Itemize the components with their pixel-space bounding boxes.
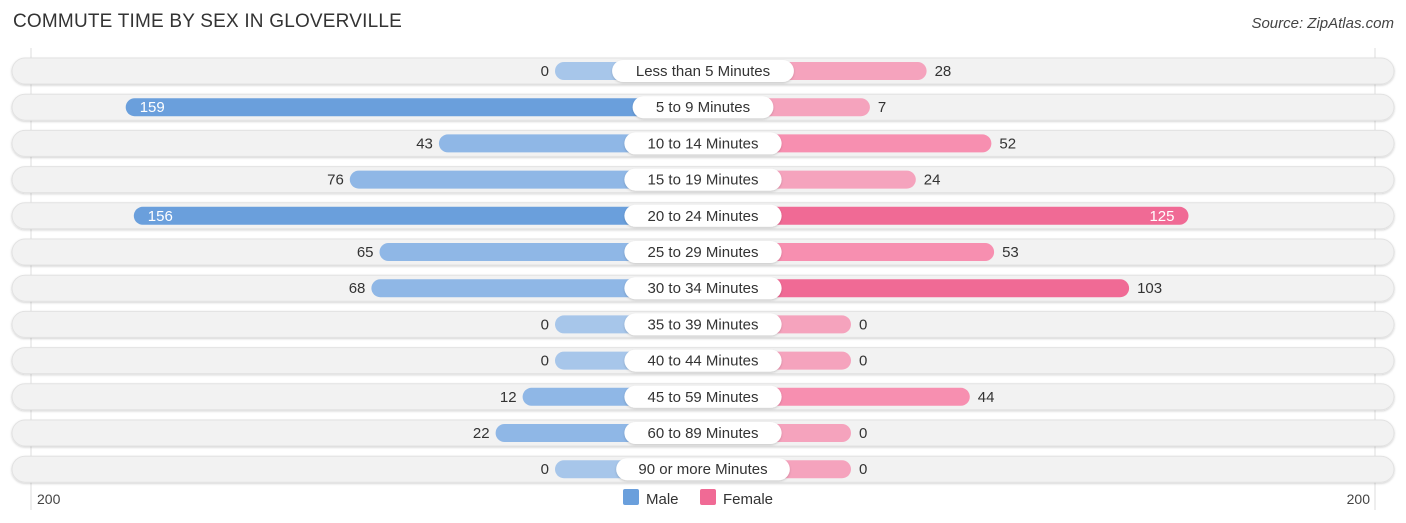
axis-label-right: 200 [1347, 491, 1371, 507]
male-bar [133, 206, 704, 225]
male-value-label: 68 [349, 280, 366, 297]
male-value-label: 159 [140, 99, 165, 116]
female-value-label: 125 [1149, 208, 1174, 225]
male-value-label: 156 [148, 208, 173, 225]
legend-label-male: Male [646, 491, 679, 508]
female-value-label: 28 [935, 63, 952, 80]
female-value-label: 0 [859, 461, 867, 478]
category-label: 10 to 14 Minutes [648, 135, 759, 152]
male-value-label: 0 [541, 461, 549, 478]
chart-svg: 0 28 Less than 5 Minutes 159 7 5 to 9 Minutes… [11, 48, 1395, 510]
male-value-label: 0 [541, 63, 549, 80]
male-value-label: 76 [327, 172, 344, 189]
legend-swatch-female [700, 489, 716, 505]
category-label: 40 to 44 Minutes [648, 353, 759, 370]
category-label: 25 to 29 Minutes [648, 244, 759, 261]
legend-label-female: Female [723, 491, 773, 508]
male-value-label: 65 [357, 244, 374, 261]
category-label: 15 to 19 Minutes [648, 172, 759, 189]
male-value-label: 43 [416, 135, 433, 152]
category-label: 20 to 24 Minutes [648, 208, 759, 225]
chart-container: COMMUTE TIME BY SEX IN GLOVERVILLE Sourc… [0, 0, 1406, 523]
female-value-label: 52 [999, 135, 1016, 152]
category-label: 30 to 34 Minutes [648, 280, 759, 297]
category-label: 5 to 9 Minutes [656, 99, 750, 116]
male-bar [125, 98, 703, 117]
female-value-label: 103 [1137, 280, 1162, 297]
category-label: 45 to 59 Minutes [648, 389, 759, 406]
category-label: Less than 5 Minutes [636, 63, 770, 80]
female-value-label: 0 [859, 353, 867, 370]
category-label: 60 to 89 Minutes [648, 425, 759, 442]
male-value-label: 0 [541, 353, 549, 370]
male-value-label: 12 [500, 389, 517, 406]
female-value-label: 53 [1002, 244, 1019, 261]
female-value-label: 0 [859, 425, 867, 442]
female-value-label: 24 [924, 172, 941, 189]
female-value-label: 0 [859, 316, 867, 333]
category-label: 90 or more Minutes [638, 461, 767, 478]
legend-swatch-male [623, 489, 639, 505]
female-value-label: 44 [978, 389, 995, 406]
female-value-label: 7 [878, 99, 886, 116]
male-value-label: 22 [473, 425, 490, 442]
category-label: 35 to 39 Minutes [648, 316, 759, 333]
axis-label-left: 200 [37, 491, 61, 507]
male-value-label: 0 [541, 316, 549, 333]
